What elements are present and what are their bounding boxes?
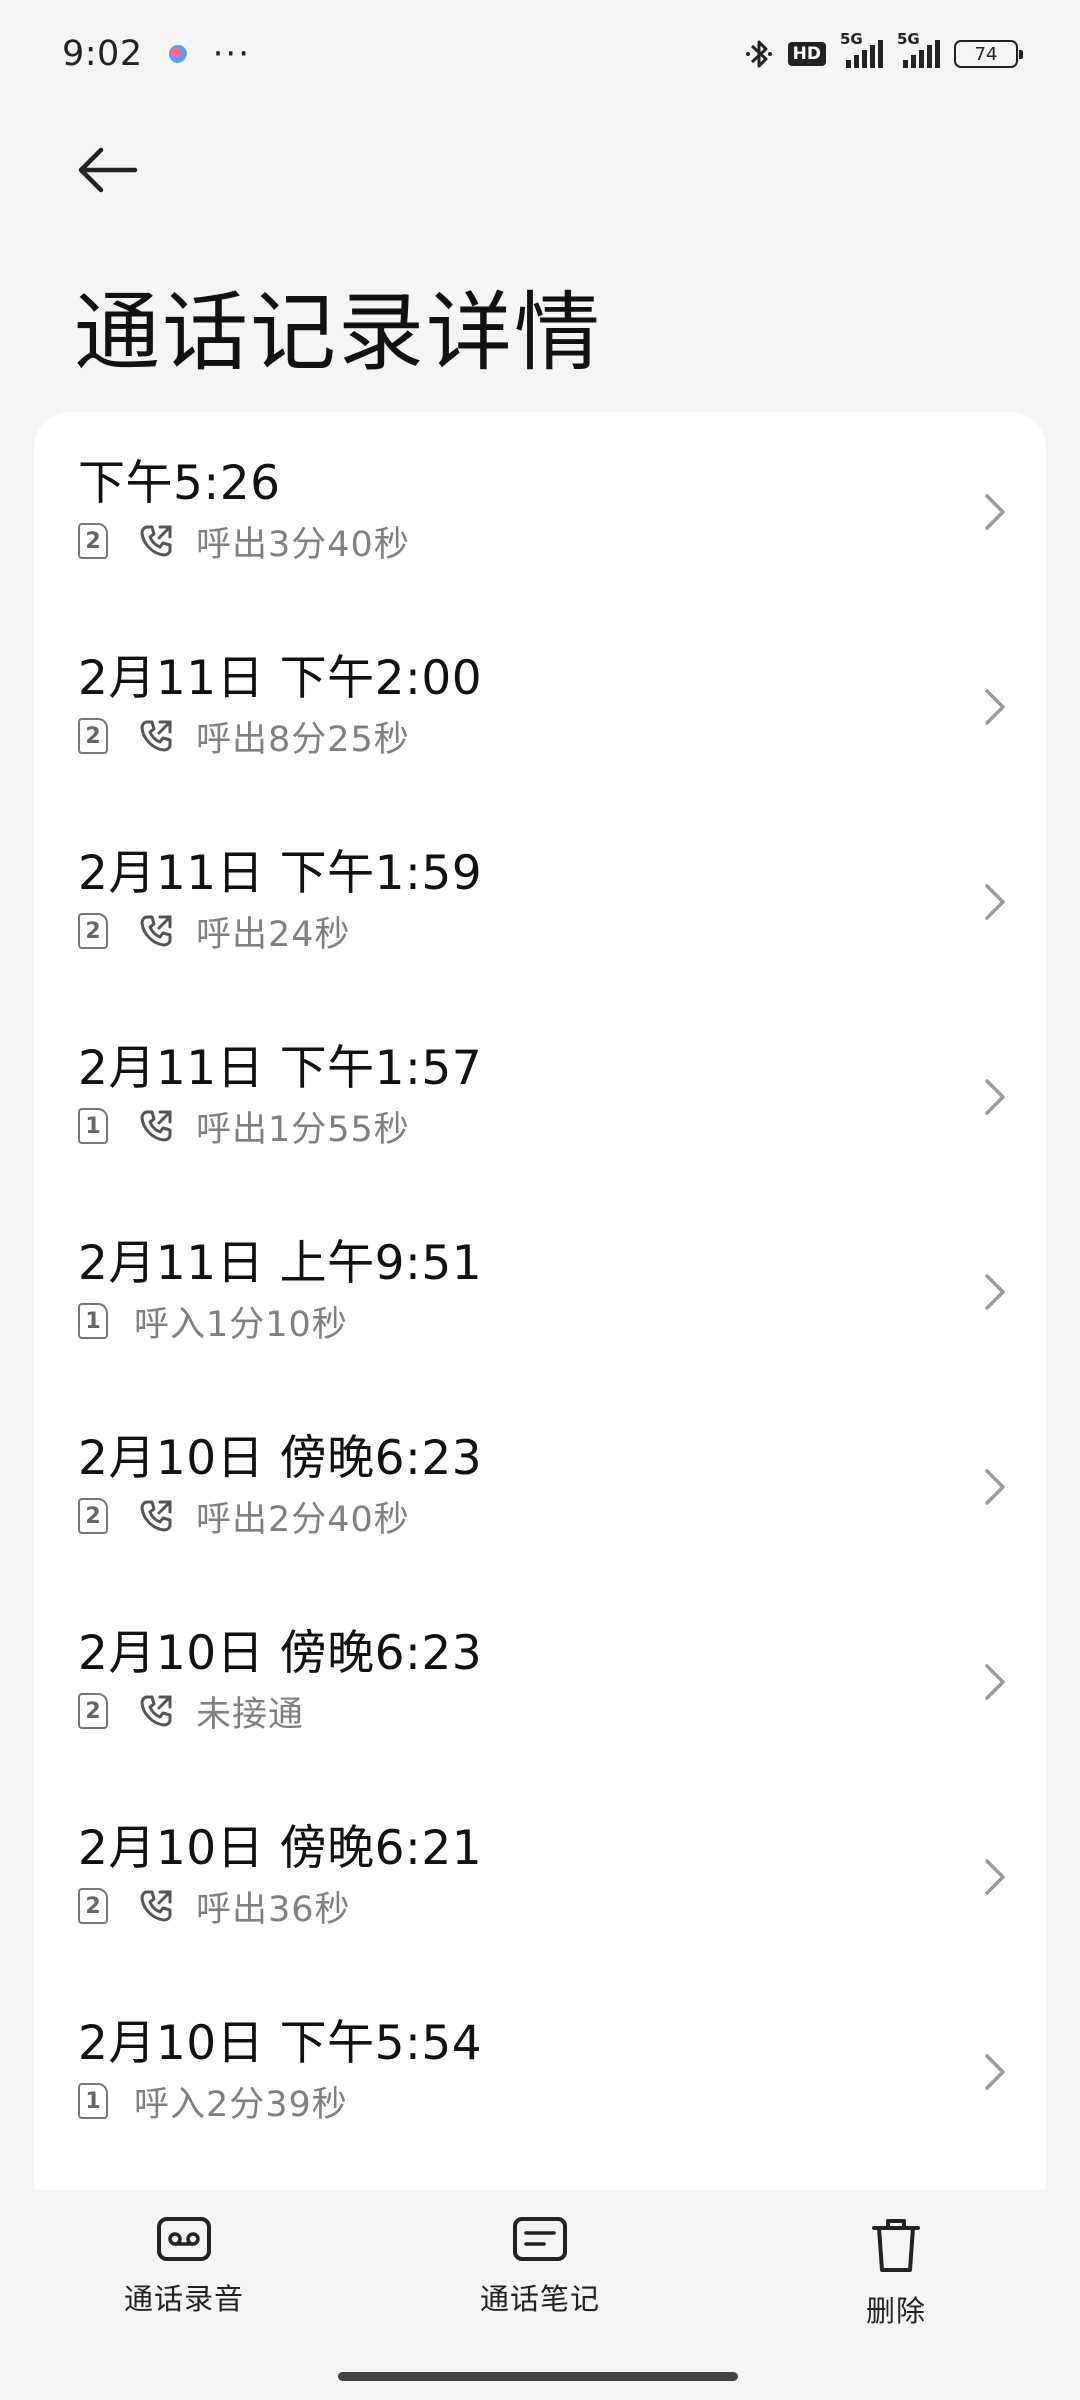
notes-icon	[513, 2217, 567, 2261]
call-duration: 呼出3分40秒	[196, 524, 410, 565]
chevron-right-icon	[976, 2052, 1012, 2092]
call-duration: 呼出24秒	[196, 914, 351, 955]
outgoing-call-icon	[138, 1107, 176, 1145]
call-duration: 呼出36秒	[196, 1889, 351, 1930]
call-record-row[interactable]: 2月11日 下午1:57 1 呼出1分55秒	[34, 997, 1046, 1192]
outgoing-call-icon	[138, 717, 176, 755]
call-duration: 呼出2分40秒	[196, 1499, 410, 1540]
chevron-right-icon	[976, 882, 1012, 922]
call-record-row[interactable]: 2月11日 下午2:00 2 呼出8分25秒	[34, 607, 1046, 802]
outgoing-call-icon	[138, 1497, 176, 1535]
bluetooth-icon	[744, 37, 774, 71]
call-details: 2 呼出36秒	[78, 1883, 1046, 1930]
outgoing-call-icon	[138, 912, 176, 950]
call-details: 1 呼入2分39秒	[78, 2078, 1046, 2125]
call-record-row[interactable]: 2月11日 上午9:51 1 呼入1分10秒	[34, 1192, 1046, 1387]
call-duration: 呼出8分25秒	[196, 719, 410, 760]
call-time: 2月10日 下午5:54	[78, 2016, 483, 2071]
call-time: 2月10日 傍晚6:23	[78, 1626, 483, 1681]
page-title: 通话记录详情	[74, 283, 602, 383]
call-details: 2 呼出8分25秒	[78, 713, 1046, 760]
call-time: 2月11日 下午2:00	[78, 651, 483, 706]
sim-card-icon: 2	[78, 718, 108, 754]
call-details: 1 呼入1分10秒	[78, 1298, 1046, 1345]
back-arrow-icon	[78, 147, 138, 193]
delete-button[interactable]: 删除	[866, 2216, 926, 2330]
call-record-row[interactable]: 2月10日 傍晚6:23 2 未接通	[34, 1582, 1046, 1777]
call-notes-label: 通话笔记	[480, 2282, 601, 2316]
call-details: 2 未接通	[78, 1688, 1046, 1735]
recording-tape-icon	[157, 2217, 211, 2261]
call-time: 下午5:26	[78, 456, 281, 511]
battery-icon: 74	[954, 40, 1023, 68]
outgoing-call-icon	[138, 1887, 176, 1925]
status-time: 9:02	[62, 34, 143, 74]
call-details: 2 呼出24秒	[78, 908, 1046, 955]
signal-5g-sim1-icon: 5G	[840, 30, 883, 68]
back-button[interactable]	[72, 140, 142, 200]
chevron-right-icon	[976, 1272, 1012, 1312]
sim-card-icon: 2	[78, 523, 108, 559]
sim-card-icon: 1	[78, 1303, 108, 1339]
call-record-row[interactable]: 2月10日 傍晚6:21 2 呼出36秒	[34, 1777, 1046, 1972]
call-time: 2月11日 下午1:57	[78, 1041, 483, 1096]
call-duration: 呼入2分39秒	[134, 2084, 348, 2125]
chevron-right-icon	[976, 687, 1012, 727]
call-time: 2月10日 傍晚6:21	[78, 1821, 483, 1876]
outgoing-call-icon	[138, 522, 176, 560]
sim-card-icon: 2	[78, 1693, 108, 1729]
call-record-row[interactable]: 2月10日 下午5:54 1 呼入2分39秒	[34, 1972, 1046, 2167]
trash-icon	[872, 2219, 920, 2272]
outgoing-call-icon	[138, 1692, 176, 1730]
chevron-right-icon	[976, 1467, 1012, 1507]
call-record-row[interactable]: 2月10日 傍晚6:23 2 呼出2分40秒	[34, 1387, 1046, 1582]
more-notifications-icon: ···	[212, 34, 252, 74]
call-time: 2月11日 上午9:51	[78, 1236, 483, 1291]
hd-voice-icon: HD	[787, 42, 826, 66]
sim-card-icon: 1	[78, 1108, 108, 1144]
call-duration: 呼出1分55秒	[196, 1109, 410, 1150]
signal-5g-sim2-icon: 5G	[897, 30, 940, 68]
chevron-right-icon	[976, 492, 1012, 532]
chevron-right-icon	[976, 1857, 1012, 1897]
app-notification-icon	[168, 45, 187, 63]
call-duration: 呼入1分10秒	[134, 1304, 348, 1345]
sim-card-icon: 1	[78, 2083, 108, 2119]
call-time: 2月11日 下午1:59	[78, 846, 483, 901]
chevron-right-icon	[976, 1662, 1012, 1702]
call-history-list: 下午5:26 2 呼出3分40秒 2月11日 下午2:00 2 呼出8分25秒 2月11日 …	[34, 412, 1046, 2190]
call-record-row[interactable]: 2月11日 下午1:59 2 呼出24秒	[34, 802, 1046, 997]
call-details: 2 呼出3分40秒	[78, 518, 1046, 565]
sim-card-icon: 2	[78, 913, 108, 949]
call-notes-button[interactable]: 通话笔记	[480, 2216, 600, 2318]
call-details: 1 呼出1分55秒	[78, 1103, 1046, 1150]
call-record-row[interactable]: 下午5:26 2 呼出3分40秒	[34, 412, 1046, 607]
bottom-toolbar: 通话录音 通话笔记 删除	[0, 2190, 1080, 2340]
sim-card-icon: 2	[78, 1498, 108, 1534]
status-bar: 9:02 ··· HD 5G 5G 74	[0, 0, 1080, 108]
call-details: 2 呼出2分40秒	[78, 1493, 1046, 1540]
home-indicator[interactable]	[338, 2372, 738, 2381]
call-recording-button[interactable]: 通话录音	[124, 2216, 244, 2318]
call-duration: 未接通	[196, 1694, 305, 1735]
chevron-right-icon	[976, 1077, 1012, 1117]
sim-card-icon: 2	[78, 1888, 108, 1924]
call-recording-label: 通话录音	[124, 2282, 245, 2316]
call-time: 2月10日 傍晚6:23	[78, 1431, 483, 1486]
delete-label: 删除	[866, 2294, 927, 2328]
